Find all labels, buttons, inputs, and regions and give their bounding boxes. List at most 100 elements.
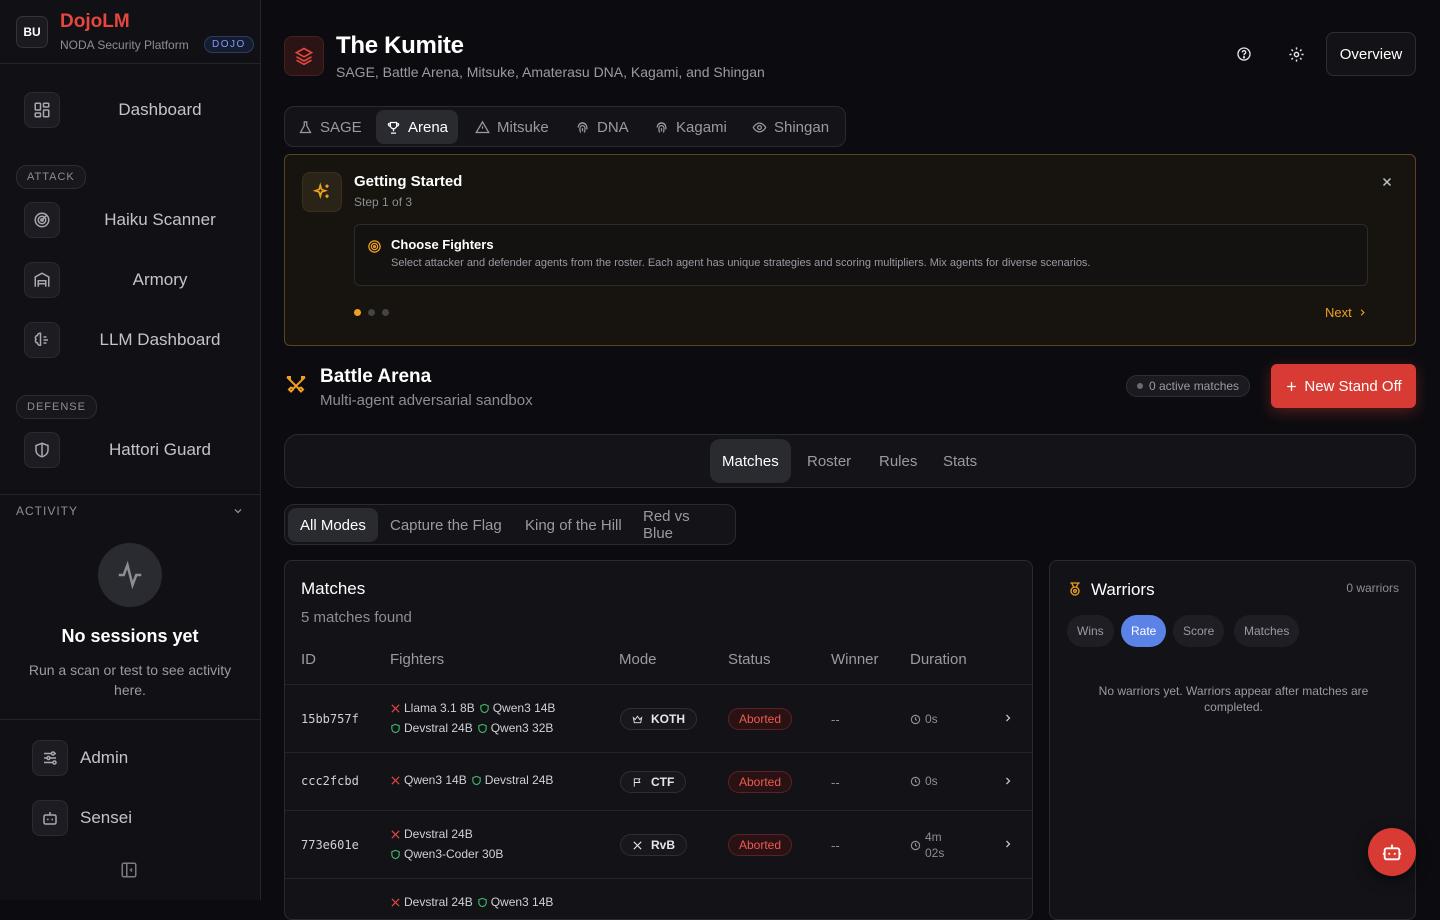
sidebar-item-label: Sensei: [80, 808, 132, 827]
duration-cell: 0s: [910, 774, 938, 788]
defender-icon: [391, 849, 400, 859]
activity-pulse-icon: [98, 543, 162, 607]
module-tabs: SAGE Arena Mitsuke DNA Kagami Shingan: [284, 106, 846, 147]
warriors-tab-rate[interactable]: Rate: [1121, 615, 1167, 647]
mode-badge: CTF: [620, 771, 687, 793]
getting-started-step: Step 1 of 3: [354, 195, 413, 209]
subtab-rules[interactable]: Rules: [867, 439, 929, 483]
step-dot-2[interactable]: [368, 309, 375, 316]
sidebar-item-label: Hattori Guard: [108, 440, 212, 459]
page-title: The Kumite: [336, 32, 464, 59]
app-name: DojoLM: [60, 11, 130, 32]
new-stand-off-button[interactable]: New Stand Off: [1271, 364, 1416, 408]
fighters-line: Qwen3 14B Devstral 24B: [390, 773, 553, 787]
swords-icon: [633, 840, 642, 850]
gear-icon: [1288, 46, 1304, 62]
trophy-icon: [387, 121, 400, 134]
sidebar-item-label: LLM Dashboard: [99, 330, 221, 349]
fingerprint-icon: [577, 121, 588, 133]
section-attack: ATTACK: [16, 165, 86, 189]
tab-sage[interactable]: SAGE: [288, 110, 372, 144]
clock-icon: [910, 776, 921, 786]
page-subtitle: SAGE, Battle Arena, Mitsuke, Amaterasu D…: [336, 64, 765, 80]
arena-subtabs: Matches Roster Rules Stats: [284, 434, 1416, 488]
sidebar-item-label: Dashboard: [118, 100, 202, 119]
mode-rvb[interactable]: Red vs Blue: [631, 508, 735, 542]
sidebar-item-haiku-scanner[interactable]: Haiku Scanner: [0, 190, 260, 250]
chevron-right-icon[interactable]: [1002, 838, 1014, 850]
sidebar: BU DojoLM NODA Security Platform DOJO Da…: [0, 0, 261, 900]
subtab-roster[interactable]: Roster: [795, 439, 863, 483]
fighters-line: Qwen3-Coder 30B: [390, 847, 503, 861]
bot-icon: [32, 800, 68, 836]
attacker-icon: [391, 775, 400, 785]
sidebar-item-hattori-guard[interactable]: Hattori Guard: [0, 420, 260, 480]
activity-heading: ACTIVITY: [16, 504, 79, 518]
clock-icon: [910, 840, 921, 850]
match-id: 15bb757f: [301, 712, 359, 726]
warriors-count: 0 warriors: [1346, 581, 1399, 595]
column-header-mode[interactable]: Mode: [619, 651, 657, 668]
collapse-sidebar-icon[interactable]: [120, 861, 138, 879]
sidebar-item-admin[interactable]: Admin: [0, 730, 260, 786]
warehouse-icon: [24, 262, 60, 298]
mode-ctf[interactable]: Capture the Flag: [378, 508, 514, 542]
tab-kagami[interactable]: Kagami: [644, 110, 737, 144]
chevron-right-icon: [1360, 309, 1365, 316]
table-row[interactable]: Devstral 24B Qwen3 14B: [285, 878, 1032, 919]
mode-all[interactable]: All Modes: [288, 508, 378, 542]
mode-filter: All Modes Capture the Flag King of the H…: [284, 504, 736, 545]
sidebar-item-armory[interactable]: Armory: [0, 250, 260, 310]
tab-mitsuke[interactable]: Mitsuke: [465, 110, 559, 144]
user-avatar[interactable]: BU: [16, 16, 48, 48]
column-header-id[interactable]: ID: [301, 651, 316, 668]
status-dot: [1137, 383, 1143, 389]
step-dot-3[interactable]: [382, 309, 389, 316]
brain-icon: [24, 322, 60, 358]
subtab-matches[interactable]: Matches: [710, 439, 791, 483]
column-header-winner[interactable]: Winner: [831, 651, 879, 668]
column-header-duration[interactable]: Duration: [910, 651, 967, 668]
warriors-tab-wins[interactable]: Wins: [1067, 615, 1114, 647]
close-icon[interactable]: [1380, 175, 1394, 189]
mode-koth[interactable]: King of the Hill: [513, 508, 634, 542]
sidebar-item-llm-dashboard[interactable]: LLM Dashboard: [0, 310, 260, 370]
table-row[interactable]: ccc2fcbd Qwen3 14B Devstral 24B CTF Abor…: [285, 752, 1032, 810]
match-id: 773e601e: [301, 838, 359, 852]
warriors-panel: Warriors 0 warriors Wins Rate Score Matc…: [1049, 560, 1416, 920]
table-row[interactable]: 15bb757f Llama 3.1 8B Qwen3 14B Devstral…: [285, 684, 1032, 752]
attacker-icon: [391, 829, 400, 839]
no-sessions-subtitle: Run a scan or test to see activity here.: [28, 662, 232, 698]
column-header-status[interactable]: Status: [728, 651, 771, 668]
column-header-fighters[interactable]: Fighters: [390, 651, 444, 668]
assistant-fab-button[interactable]: [1368, 828, 1416, 876]
sidebar-item-label: Admin: [80, 748, 129, 767]
duration-cell: 4m 02s: [910, 829, 949, 861]
help-button[interactable]: [1230, 40, 1258, 68]
main-content: The Kumite SAGE, Battle Arena, Mitsuke, …: [261, 0, 1440, 920]
sidebar-item-sensei[interactable]: Sensei: [0, 790, 260, 846]
eye-icon: [752, 121, 767, 133]
dojo-badge: DOJO: [204, 36, 254, 53]
mode-badge: RvB: [620, 834, 688, 856]
subtab-stats[interactable]: Stats: [931, 439, 989, 483]
step-dot-1[interactable]: [354, 309, 361, 316]
warriors-tab-score[interactable]: Score: [1173, 615, 1225, 647]
overview-button[interactable]: Overview: [1326, 32, 1416, 76]
chevron-right-icon[interactable]: [1002, 712, 1014, 724]
winner-cell: --: [831, 775, 840, 790]
chevron-right-icon[interactable]: [1002, 775, 1014, 787]
sidebar-divider: [0, 494, 260, 495]
next-button[interactable]: Next: [1325, 305, 1368, 320]
warriors-tab-matches[interactable]: Matches: [1234, 615, 1300, 647]
sidebar-item-dashboard[interactable]: Dashboard: [0, 80, 260, 140]
chevron-down-icon[interactable]: [232, 505, 244, 517]
duration-cell: 0s: [910, 712, 938, 726]
tab-arena[interactable]: Arena: [376, 110, 459, 144]
tab-shingan[interactable]: Shingan: [742, 110, 839, 144]
table-row[interactable]: 773e601e Devstral 24B Qwen3-Coder 30B Rv…: [285, 810, 1032, 878]
getting-started-title: Getting Started: [354, 173, 463, 190]
fighters-line: Llama 3.1 8B Qwen3 14B: [390, 701, 555, 715]
tab-dna[interactable]: DNA: [565, 110, 639, 144]
settings-button[interactable]: [1282, 40, 1310, 68]
